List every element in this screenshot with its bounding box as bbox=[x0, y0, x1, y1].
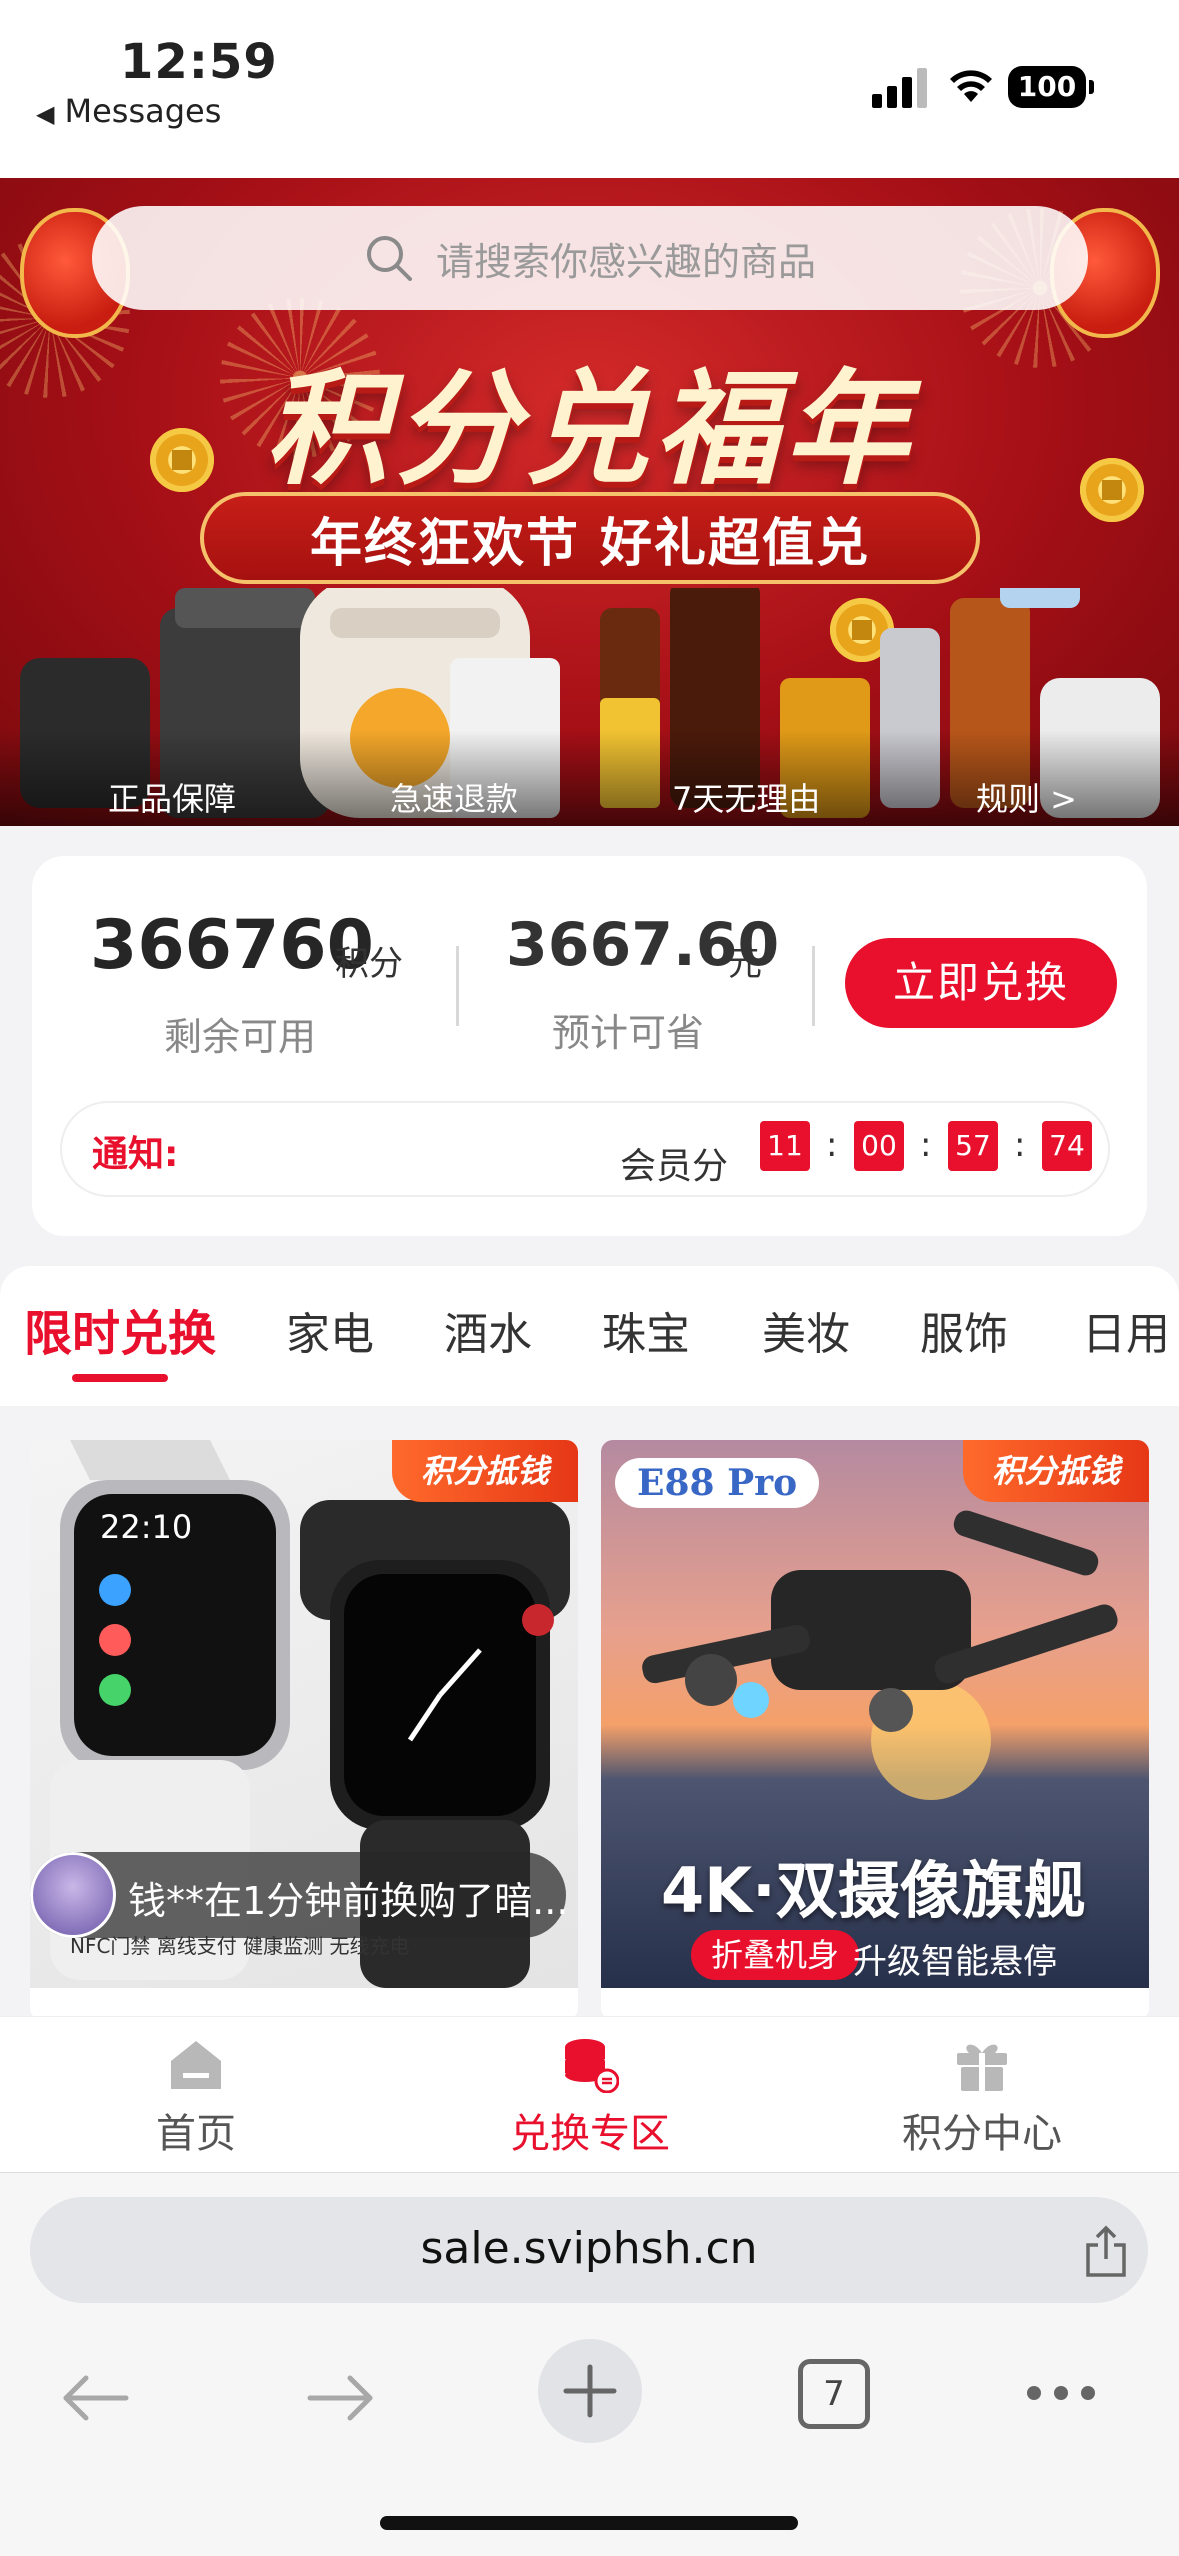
nav-points-center[interactable]: 积分中心 bbox=[862, 2037, 1102, 2159]
bottom-navigation: 首页 兑换专区 积分中心 bbox=[0, 2016, 1179, 2172]
promo-banner[interactable]: 请搜索你感兴趣的商品 积分兑福年 年终狂欢节 好礼超值兑 正品保障 急速退款 7… bbox=[0, 178, 1179, 826]
search-placeholder: 请搜索你感兴趣的商品 bbox=[435, 239, 816, 284]
notice-text: 会员分 bbox=[620, 1146, 729, 1187]
smartwatch-features-caption: NFC门禁 离线支付 健康监测 无线充电 bbox=[70, 1934, 410, 1958]
banner-feature-strip: 正品保障 急速退款 7天无理由 规则 > bbox=[0, 730, 1179, 826]
countdown-hours: 11 bbox=[760, 1121, 810, 1171]
coins-exchange-icon bbox=[565, 2039, 619, 2093]
countdown-seconds: 57 bbox=[948, 1121, 998, 1171]
tab-liquor[interactable]: 酒水 bbox=[444, 1298, 532, 1362]
divider bbox=[812, 946, 815, 1026]
status-bar: 12:59 ◀ Messages 100 bbox=[0, 0, 1179, 178]
purchase-toast: 钱**在1分钟前换购了暗... bbox=[30, 1852, 569, 1938]
nav-home-label: 首页 bbox=[156, 2111, 236, 2157]
tab-jewelry[interactable]: 珠宝 bbox=[602, 1298, 690, 1362]
toast-text: 钱**在1分钟前换购了暗... bbox=[128, 1879, 569, 1923]
tab-apparel[interactable]: 服饰 bbox=[920, 1298, 1008, 1362]
points-card: 366760 积分 剩余可用 3667.60 元 预计可省 立即兑换 通知: 会… bbox=[32, 856, 1147, 1236]
address-bar[interactable]: sale.sviphsh.cn bbox=[30, 2197, 1148, 2303]
url-text: sale.sviphsh.cn bbox=[420, 2223, 758, 2274]
category-tabs: 限时兑换 家电 酒水 珠宝 美妆 服饰 日用 bbox=[0, 1266, 1179, 1406]
feature-7-day-return: 7天无理由 bbox=[672, 780, 821, 818]
banner-headline: 积分兑福年 bbox=[264, 358, 915, 502]
nav-points-label: 积分中心 bbox=[902, 2111, 1062, 2157]
colon-separator: : bbox=[1014, 1125, 1026, 1165]
back-to-messages[interactable]: ◀ Messages bbox=[36, 92, 221, 130]
notice-label: 通知: bbox=[92, 1134, 179, 1175]
status-time: 12:59 bbox=[120, 34, 278, 90]
points-deduction-tag: 积分抵钱 bbox=[392, 1440, 578, 1502]
drone-headline: 4K·双摄像旗舰 bbox=[661, 1854, 1086, 1927]
model-badge: E88 Pro bbox=[615, 1458, 820, 1508]
rules-link[interactable]: 规则 > bbox=[976, 774, 1077, 820]
savings-label: 预计可省 bbox=[552, 1011, 705, 1055]
nav-exchange-zone[interactable]: 兑换专区 bbox=[470, 2037, 710, 2159]
gift-icon bbox=[957, 2044, 1007, 2091]
tab-beauty[interactable]: 美妆 bbox=[762, 1298, 850, 1362]
notice-bar[interactable]: 通知: 会员分 11 : 00 : 57 : 74 bbox=[60, 1101, 1110, 1197]
feature-fast-refund: 急速退款 bbox=[390, 780, 519, 818]
banner-subheadline: 年终狂欢节 好礼超值兑 bbox=[200, 492, 980, 584]
points-label: 剩余可用 bbox=[164, 1015, 317, 1059]
back-label: Messages bbox=[64, 92, 222, 130]
tab-switcher-button[interactable]: 7 bbox=[798, 2359, 870, 2429]
feature-genuine: 正品保障 bbox=[108, 780, 237, 818]
forward-arrow-icon[interactable] bbox=[306, 2373, 376, 2423]
colon-separator: : bbox=[826, 1125, 838, 1165]
nav-home[interactable]: 首页 bbox=[76, 2037, 316, 2159]
savings-unit: 元 bbox=[728, 944, 762, 984]
browser-toolbar: sale.sviphsh.cn 7 bbox=[0, 2172, 1179, 2556]
home-icon bbox=[171, 2041, 221, 2089]
home-indicator bbox=[380, 2516, 798, 2530]
nav-exchange-label: 兑换专区 bbox=[510, 2111, 670, 2157]
cellular-signal-icon bbox=[872, 68, 927, 108]
points-deduction-tag: 积分抵钱 bbox=[963, 1440, 1149, 1502]
redeem-now-button[interactable]: 立即兑换 bbox=[845, 938, 1117, 1028]
more-options-icon[interactable] bbox=[1024, 2381, 1098, 2405]
countdown-centiseconds: 74 bbox=[1042, 1121, 1092, 1171]
foldable-pill: 折叠机身 bbox=[691, 1930, 860, 1980]
wifi-icon bbox=[950, 70, 992, 102]
battery-indicator: 100 bbox=[1008, 66, 1094, 108]
new-tab-plus-icon[interactable] bbox=[536, 2337, 644, 2445]
points-value: 366760 bbox=[90, 906, 374, 985]
drone-subtitle: 升级智能悬停 bbox=[853, 1942, 1057, 1982]
search-input[interactable]: 请搜索你感兴趣的商品 bbox=[92, 206, 1088, 310]
share-icon[interactable] bbox=[1080, 2225, 1132, 2279]
countdown-minutes: 00 bbox=[854, 1121, 904, 1171]
back-triangle-icon: ◀ bbox=[36, 100, 55, 128]
points-unit: 积分 bbox=[335, 944, 403, 984]
tab-daily-goods[interactable]: 日用 bbox=[1082, 1298, 1170, 1362]
avatar bbox=[30, 1852, 116, 1938]
colon-separator: : bbox=[920, 1125, 932, 1165]
back-arrow-icon[interactable] bbox=[60, 2373, 130, 2423]
tab-appliances[interactable]: 家电 bbox=[286, 1298, 374, 1362]
product-card-drone[interactable]: E88 Pro 积分抵钱 4K·双摄像旗舰 折叠机身 升级智能悬停 bbox=[601, 1440, 1149, 2020]
tab-limited-exchange[interactable]: 限时兑换 bbox=[24, 1294, 216, 1364]
search-icon bbox=[366, 236, 412, 281]
active-tab-indicator bbox=[72, 1374, 168, 1382]
svg-text:22:10: 22:10 bbox=[100, 1508, 192, 1546]
divider bbox=[456, 946, 459, 1026]
